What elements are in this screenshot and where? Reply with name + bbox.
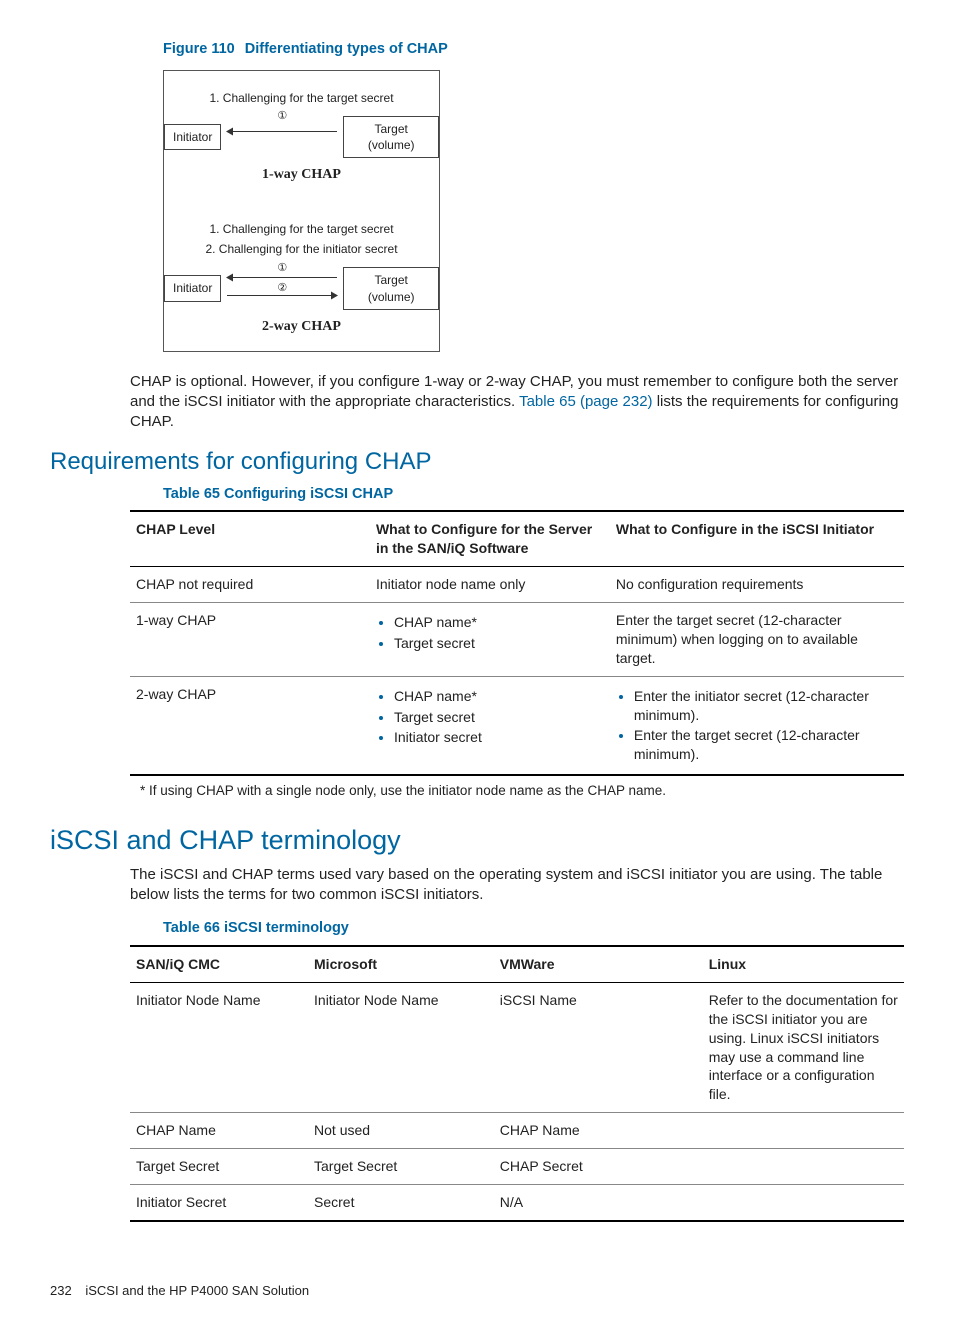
marker-1-icon: ① [277, 109, 287, 124]
table-row: Initiator Secret Secret N/A [130, 1185, 904, 1221]
cell [703, 1113, 904, 1149]
section-requirements-heading: Requirements for configuring CHAP [50, 446, 904, 478]
cell: Initiator node name only [370, 567, 610, 603]
col-initiator-config: What to Configure in the iSCSI Initiator [610, 511, 904, 566]
figure-title: Figure 110 Differentiating types of CHAP [163, 40, 904, 60]
twoway-step1: 1. Challenging for the target secret [164, 221, 439, 237]
intro-paragraph: CHAP is optional. However, if you config… [130, 372, 904, 433]
col-saniq: SAN/iQ CMC [130, 946, 308, 982]
table-65-link[interactable]: Table 65 (page 232) [519, 393, 652, 410]
cell: Target Secret [130, 1149, 308, 1185]
table-row: Initiator Node Name Initiator Node Name … [130, 982, 904, 1112]
cell: Target Secret [308, 1149, 494, 1185]
twoway-step2: 2. Challenging for the initiator secret [164, 241, 439, 257]
table-66-title: Table 66 iSCSI terminology [163, 919, 904, 939]
marker-2-icon: ② [277, 281, 287, 296]
table-65: CHAP Level What to Configure for the Ser… [130, 510, 904, 776]
cell: CHAP Name [130, 1113, 308, 1149]
table-65-footnote: * If using CHAP with a single node only,… [140, 782, 904, 800]
oneway-row: Initiator ① Target (volume) [164, 116, 439, 158]
col-linux: Linux [703, 946, 904, 982]
table-header-row: SAN/iQ CMC Microsoft VMWare Linux [130, 946, 904, 982]
marker-1-icon: ① [277, 261, 287, 276]
cell: N/A [494, 1185, 703, 1221]
cell: CHAP name* Target secret Initiator secre… [370, 676, 610, 775]
section-terminology-heading: iSCSI and CHAP terminology [50, 822, 904, 858]
cell: Secret [308, 1185, 494, 1221]
arrow-oneway: ① [227, 123, 337, 151]
cell: Not used [308, 1113, 494, 1149]
chapter-title: iSCSI and the HP P4000 SAN Solution [85, 1283, 309, 1298]
twoway-row: Initiator ① ② Target (volume) [164, 267, 439, 309]
table-65-title: Table 65 Configuring iSCSI CHAP [163, 485, 904, 505]
chap-diagram: 1. Challenging for the target secret Ini… [163, 70, 440, 352]
col-vmware: VMWare [494, 946, 703, 982]
cell: Enter the initiator secret (12-character… [610, 676, 904, 775]
table-row: CHAP Name Not used CHAP Name [130, 1113, 904, 1149]
list-item: CHAP name* [394, 687, 604, 706]
page-number: 232 [50, 1283, 72, 1298]
col-microsoft: Microsoft [308, 946, 494, 982]
table-row: 2-way CHAP CHAP name* Target secret Init… [130, 676, 904, 775]
arrow-twoway: ① ② [227, 275, 337, 303]
list-item: Enter the initiator secret (12-character… [634, 687, 898, 725]
figure-caption: Differentiating types of CHAP [245, 41, 448, 57]
table-header-row: CHAP Level What to Configure for the Ser… [130, 511, 904, 566]
oneway-caption: 1-way CHAP [164, 166, 439, 185]
table-66: SAN/iQ CMC Microsoft VMWare Linux Initia… [130, 945, 904, 1222]
table-row: 1-way CHAP CHAP name* Target secret Ente… [130, 603, 904, 677]
cell: Initiator Node Name [130, 982, 308, 1112]
figure-number: Figure 110 [163, 41, 235, 57]
cell: Initiator Node Name [308, 982, 494, 1112]
target-box-2: Target (volume) [343, 267, 439, 309]
table-row: CHAP not required Initiator node name on… [130, 567, 904, 603]
col-chap-level: CHAP Level [130, 511, 370, 566]
cell [703, 1185, 904, 1221]
initiator-box-2: Initiator [164, 275, 221, 301]
target-box: Target (volume) [343, 116, 439, 158]
cell: 1-way CHAP [130, 603, 370, 677]
cell: CHAP Name [494, 1113, 703, 1149]
col-server-config: What to Configure for the Server in the … [370, 511, 610, 566]
twoway-caption: 2-way CHAP [164, 318, 439, 337]
cell: CHAP name* Target secret [370, 603, 610, 677]
list-item: Target secret [394, 634, 604, 653]
cell: Refer to the documentation for the iSCSI… [703, 982, 904, 1112]
cell [703, 1149, 904, 1185]
page-footer: 232 iSCSI and the HP P4000 SAN Solution [50, 1282, 904, 1300]
cell: iSCSI Name [494, 982, 703, 1112]
cell: Initiator Secret [130, 1185, 308, 1221]
cell: Enter the target secret (12-character mi… [610, 603, 904, 677]
list-item: Target secret [394, 708, 604, 727]
list-item: Initiator secret [394, 728, 604, 747]
cell: CHAP Secret [494, 1149, 703, 1185]
list-item: Enter the target secret (12-character mi… [634, 726, 898, 764]
list-item: CHAP name* [394, 613, 604, 632]
table-row: Target Secret Target Secret CHAP Secret [130, 1149, 904, 1185]
oneway-step1: 1. Challenging for the target secret [164, 90, 439, 106]
cell: No configuration requirements [610, 567, 904, 603]
initiator-box: Initiator [164, 124, 221, 150]
cell: 2-way CHAP [130, 676, 370, 775]
cell: CHAP not required [130, 567, 370, 603]
terminology-paragraph: The iSCSI and CHAP terms used vary based… [130, 865, 904, 906]
